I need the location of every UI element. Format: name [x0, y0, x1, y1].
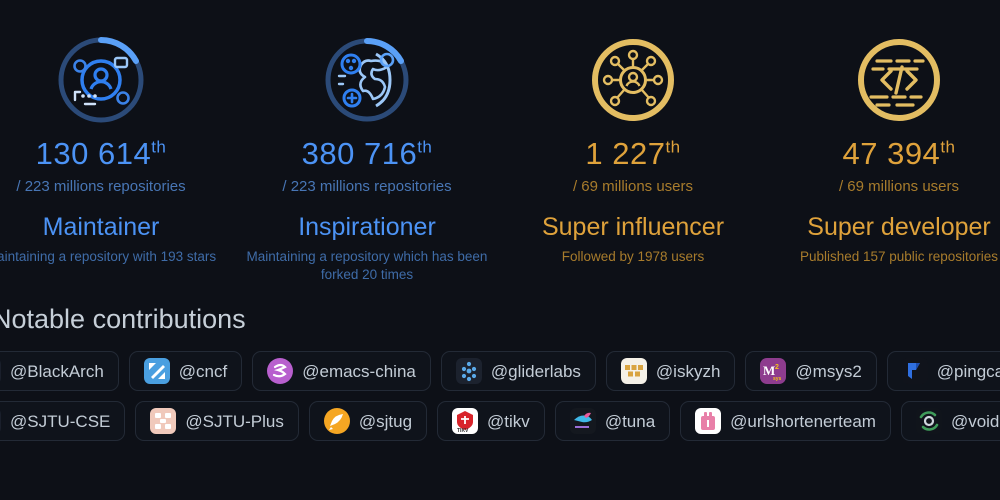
list-item[interactable]: M 2 sys @msys2	[745, 351, 877, 392]
badge-super-developer: 47 394th / 69 millions users Super devel…	[766, 34, 1000, 284]
list-item-label: @pingcap	[936, 361, 1000, 381]
list-item-label: @void-linux	[950, 411, 1000, 431]
list-item[interactable]: @tuna	[554, 401, 671, 442]
list-item[interactable]: @gliderlabs	[440, 351, 596, 392]
page-title: Notable contributions	[0, 304, 246, 335]
badge-rank-total: / 69 millions users	[572, 178, 694, 195]
badge-title: Inspirationer	[298, 212, 436, 241]
tuna-avatar-icon	[569, 408, 596, 435]
list-item-label: @SJTU-CSE	[10, 411, 111, 431]
badge-rank: 47 394th	[842, 136, 956, 171]
svg-text:2: 2	[775, 364, 779, 371]
urlshortenerteam-avatar-icon	[695, 408, 722, 435]
badge-inspirationer: 380 716th / 223 millions repositories In…	[234, 34, 500, 284]
sjtug-rocket-avatar-icon	[323, 408, 350, 435]
msys2-avatar-icon: M 2 sys	[760, 358, 787, 385]
list-item-label: @tuna	[604, 411, 656, 431]
list-item-label: @BlackArch	[10, 361, 104, 381]
badge-rank: 380 716th	[301, 136, 433, 171]
badges-row: 130 614th / 223 millions repositories Ma…	[0, 0, 1000, 284]
svg-text:sys: sys	[773, 376, 782, 382]
void-linux-avatar-icon	[915, 408, 942, 435]
sjtu-cse-avatar-icon	[0, 408, 1, 435]
blackarch-avatar-icon	[0, 358, 1, 385]
list-item[interactable]: @urlshortenerteam	[680, 401, 891, 442]
list-item-label: @emacs-china	[302, 361, 416, 381]
badge-rank-total: / 223 millions repositories	[16, 178, 186, 195]
list-item[interactable]: @sjtug	[308, 401, 428, 442]
badge-maintainer: 130 614th / 223 millions repositories Ma…	[0, 34, 234, 284]
badge-rank: 130 614th	[35, 136, 167, 171]
list-item-label: @urlshortenerteam	[730, 411, 876, 431]
list-item-label: @gliderlabs	[490, 361, 581, 381]
badge-description: Maintaining a repository which has been …	[246, 249, 488, 283]
list-item-label: @tikv	[487, 411, 530, 431]
sjtu-plus-avatar-icon	[150, 408, 177, 435]
iskyzh-avatar-icon	[620, 358, 647, 385]
badge-description: Published 157 public repositories	[799, 249, 999, 264]
list-item-label: @iskyzh	[655, 361, 721, 381]
list-item[interactable]: @void-linux	[900, 401, 1000, 442]
list-item[interactable]: @BlackArch	[0, 351, 119, 392]
badge-rank: 1 227th	[585, 136, 681, 171]
notable-contributions-list: @BlackArch @cncf @emacs-china @gliderlab…	[0, 351, 1000, 442]
badge-rank-total: / 223 millions repositories	[282, 178, 452, 195]
badge-super-influencer: 1 227th / 69 millions users Super influe…	[500, 34, 766, 284]
list-item[interactable]: @SJTU-Plus	[135, 401, 299, 442]
super-developer-code-badge-icon	[853, 34, 945, 126]
list-item[interactable]: @emacs-china	[252, 351, 431, 392]
badge-title: Maintainer	[42, 212, 160, 241]
gliderlabs-avatar-icon	[455, 358, 482, 385]
list-item[interactable]: @SJTU-CSE	[0, 401, 126, 442]
badge-title: Super developer	[807, 212, 991, 241]
pingcap-avatar-icon	[901, 358, 928, 385]
list-item[interactable]: @cncf	[128, 351, 243, 392]
emacs-china-avatar-icon	[267, 358, 294, 385]
list-item[interactable]: @iskyzh	[605, 351, 736, 392]
list-item-label: @cncf	[178, 361, 228, 381]
profile-achievements-page: 130 614th / 223 millions repositories Ma…	[0, 0, 1000, 500]
chip-row: @SJTU-CSE @SJTU-Plus @sjtug TIKV @tikv @…	[0, 401, 1000, 442]
super-influencer-badge-icon	[587, 34, 679, 126]
maintainer-network-badge-icon	[55, 34, 147, 126]
list-item[interactable]: @pingcap	[886, 351, 1000, 392]
list-item-label: @msys2	[795, 361, 862, 381]
svg-text:TIKV: TIKV	[457, 428, 469, 434]
badge-title: Super influencer	[541, 212, 725, 241]
badge-description: Maintaining a repository with 193 stars	[0, 249, 217, 264]
inspirationer-globe-badge-icon	[321, 34, 413, 126]
list-item-label: @SJTU-Plus	[185, 411, 284, 431]
list-item-label: @sjtug	[358, 411, 413, 431]
list-item[interactable]: TIKV @tikv	[437, 401, 545, 442]
chip-row: @BlackArch @cncf @emacs-china @gliderlab…	[0, 351, 1000, 392]
tikv-avatar-icon: TIKV	[452, 408, 479, 435]
badge-description: Followed by 1978 users	[561, 249, 705, 264]
cncf-avatar-icon	[143, 358, 170, 385]
badge-rank-total: / 69 millions users	[838, 178, 960, 195]
